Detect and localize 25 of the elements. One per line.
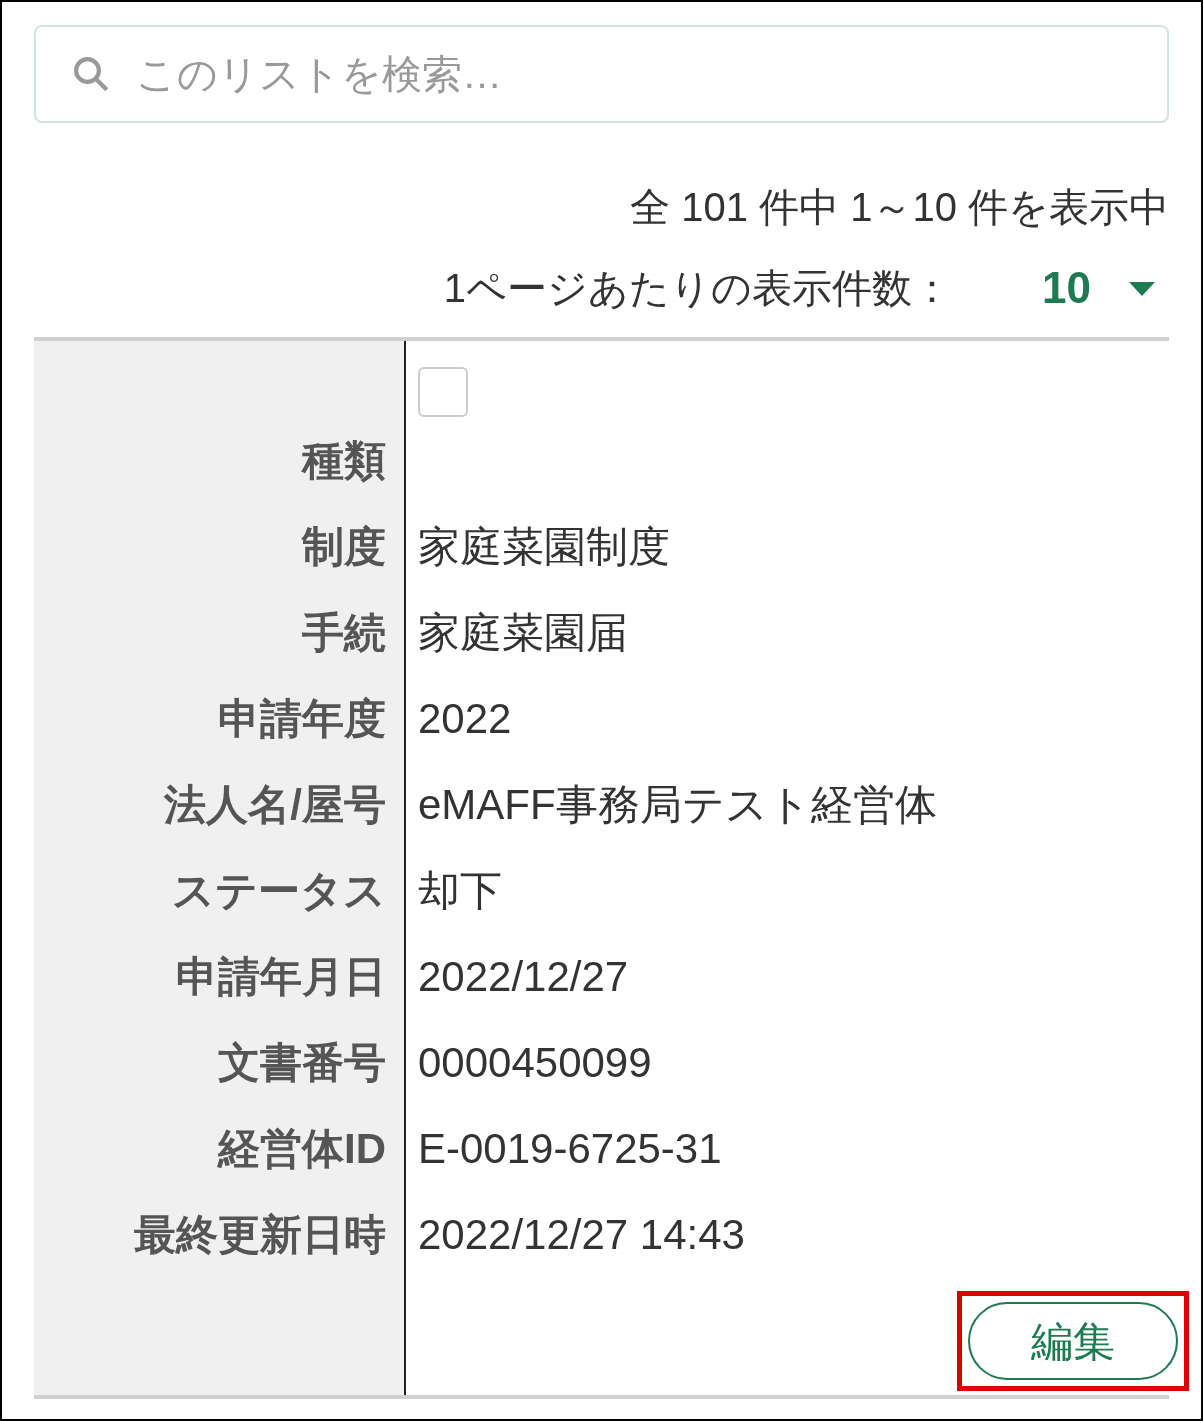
field-label: 申請年月日	[176, 951, 386, 1002]
field-label: 法人名/屋号	[164, 779, 386, 830]
per-page-label: 1ページあたりの表示件数：	[443, 268, 953, 308]
field-label: 最終更新日時	[134, 1209, 386, 1260]
field-label: 種類	[302, 435, 386, 486]
field-value: 家庭菜園制度	[418, 521, 670, 572]
field-label: ステータス	[172, 865, 386, 916]
field-value: E-0019-6725-31	[418, 1123, 722, 1174]
field-label: 文書番号	[218, 1037, 386, 1088]
per-page-select[interactable]: 10	[1042, 266, 1157, 310]
result-count: 全 101 件中 1～10 件を表示中	[630, 187, 1169, 227]
field-label: 申請年度	[218, 693, 386, 744]
field-value: 2022	[418, 693, 512, 744]
field-value: 2022/12/27 14:43	[418, 1209, 745, 1260]
field-value: 2022/12/27	[418, 951, 629, 1002]
field-label: 経営体ID	[218, 1123, 386, 1174]
field-value: 家庭菜園届	[418, 607, 628, 658]
field-value: 却下	[418, 865, 502, 916]
field-label: 制度	[302, 521, 386, 572]
field-value: 0000450099	[418, 1037, 652, 1088]
edit-button[interactable]: 編集	[968, 1302, 1178, 1380]
search-field[interactable]: このリストを検索…	[34, 25, 1169, 123]
field-value: eMAFF事務局テスト経営体	[418, 779, 937, 830]
checkbox[interactable]	[418, 367, 468, 417]
field-label: 手続	[302, 607, 386, 658]
